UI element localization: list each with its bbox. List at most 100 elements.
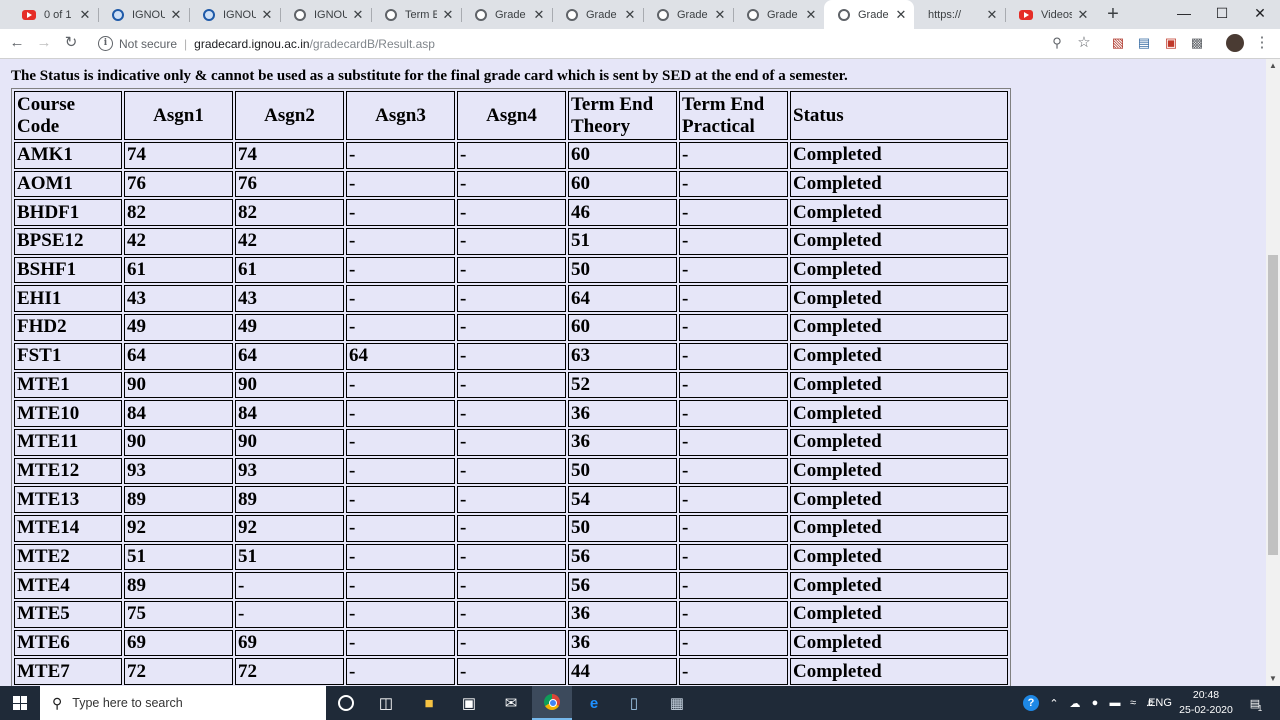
close-tab-icon[interactable]: ✕ <box>1076 7 1090 23</box>
close-tab-icon[interactable]: ✕ <box>713 7 727 23</box>
wifi-icon[interactable]: ≈ <box>1124 686 1142 720</box>
url-path: /gradecardB/Result.asp <box>309 36 435 51</box>
help-tray-icon[interactable]: ? <box>1020 686 1042 720</box>
taskbar-search-box[interactable]: ⚲ Type here to search <box>40 686 326 720</box>
cell-asgn1: 42 <box>124 228 233 255</box>
minimize-window-button[interactable]: — <box>1165 0 1203 29</box>
mail-button[interactable]: ✉ <box>491 686 531 720</box>
back-arrow-icon[interactable]: ← <box>6 32 28 54</box>
notification-center-icon[interactable]: ▤ 1 <box>1244 686 1266 720</box>
browser-tab[interactable]: Grade C ✕ <box>461 0 552 29</box>
tab-title: Grade C <box>858 8 890 21</box>
cell-asgn1: 61 <box>124 256 233 284</box>
forward-arrow-icon[interactable]: → <box>33 32 55 54</box>
cell-asgn2: 74 <box>235 142 344 169</box>
close-tab-icon[interactable]: ✕ <box>351 7 365 23</box>
pdf-extension-icon[interactable]: ▧ <box>1110 35 1126 51</box>
app-window-button[interactable]: ▦ <box>657 686 697 720</box>
cell-status: Completed <box>790 342 1008 370</box>
file-explorer-button[interactable]: ■ <box>409 686 449 720</box>
address-bar[interactable]: i Not secure | gradecard.ignou.ac.in/gra… <box>90 32 1100 55</box>
tab-title: Grade C <box>677 8 709 21</box>
cell-status: Completed <box>790 170 1008 198</box>
task-view-button[interactable]: ◫ <box>366 686 406 720</box>
browser-tab[interactable]: Term En ✕ <box>371 0 461 29</box>
language-indicator[interactable]: ENG <box>1148 686 1172 720</box>
cell-term-end-practical: - <box>679 170 788 198</box>
cell-asgn2: 76 <box>235 170 344 198</box>
cell-asgn2: 49 <box>235 314 344 341</box>
close-tab-icon[interactable]: ✕ <box>78 7 92 23</box>
close-tab-icon[interactable]: ✕ <box>985 7 999 23</box>
globe-icon <box>657 8 669 21</box>
profile-avatar[interactable] <box>1226 34 1244 52</box>
cell-course-code: MTE14 <box>14 514 122 542</box>
chrome-taskbar-button[interactable] <box>532 686 572 720</box>
browser-tab[interactable]: IGNOU I ✕ <box>189 0 280 29</box>
cell-term-end-practical: - <box>679 572 788 599</box>
browser-tab[interactable]: 0 of 1 up ✕ <box>8 0 98 29</box>
scrollbar-thumb[interactable] <box>1268 255 1278 555</box>
network-status-icon[interactable]: ☁ <box>1065 686 1085 720</box>
browser-tab[interactable]: Videos ✕ <box>1005 0 1096 29</box>
browser-tab[interactable]: Grade C ✕ <box>552 0 643 29</box>
edge-icon: e <box>589 694 599 712</box>
cell-asgn2: 89 <box>235 486 344 513</box>
cell-asgn1: 51 <box>124 543 233 571</box>
page-scrollbar[interactable]: ▲ ▼ <box>1266 59 1280 686</box>
cell-asgn2: 42 <box>235 228 344 255</box>
screenshot-extension-icon[interactable]: ▩ <box>1189 35 1205 51</box>
new-tab-button[interactable]: + <box>1102 3 1124 25</box>
globe-icon <box>385 8 397 21</box>
cell-status: Completed <box>790 486 1008 513</box>
tab-title: Grade C <box>767 8 800 21</box>
close-tab-icon[interactable]: ✕ <box>894 7 908 23</box>
close-window-button[interactable]: ✕ <box>1241 0 1279 29</box>
cell-term-end-theory: 36 <box>568 428 677 456</box>
notepad-button[interactable]: ▯ <box>614 686 654 720</box>
task-view-icon: ◫ <box>378 695 394 712</box>
microphone-icon[interactable]: ● <box>1086 686 1104 720</box>
menu-kebab-icon[interactable]: ⋮ <box>1254 35 1270 51</box>
close-tab-icon[interactable]: ✕ <box>260 7 274 23</box>
close-tab-icon[interactable]: ✕ <box>169 7 183 23</box>
browser-tab[interactable]: Grade C ✕ <box>643 0 733 29</box>
system-clock[interactable]: 20:48 25-02-2020 <box>1170 688 1242 718</box>
close-tab-icon[interactable]: ✕ <box>623 7 637 23</box>
notepad-icon: ▯ <box>629 695 639 712</box>
cell-term-end-practical: - <box>679 486 788 513</box>
cell-asgn2: 82 <box>235 199 344 227</box>
scroll-down-arrow-icon[interactable]: ▼ <box>1266 672 1280 686</box>
browser-tab[interactable]: Grade C ✕ <box>733 0 824 29</box>
battery-icon[interactable]: ▬ <box>1105 686 1125 720</box>
maximize-window-button[interactable]: ☐ <box>1203 0 1241 29</box>
close-tab-icon[interactable]: ✕ <box>804 7 818 23</box>
browser-tab[interactable]: Grade C ✕ <box>824 0 914 29</box>
edge-button[interactable]: e <box>574 686 614 720</box>
bookmark-star-icon[interactable]: ☆ <box>1076 35 1092 51</box>
cell-course-code: AOM1 <box>14 170 122 198</box>
chevron-up-icon[interactable]: ⌃ <box>1045 686 1063 720</box>
info-icon[interactable]: i <box>98 36 113 51</box>
start-button[interactable] <box>0 686 40 720</box>
browser-tab[interactable]: IGNOU ✕ <box>280 0 371 29</box>
header-asgn1: Asgn1 <box>124 91 233 140</box>
cell-status: Completed <box>790 285 1008 313</box>
close-tab-icon[interactable]: ✕ <box>441 7 455 23</box>
reload-icon[interactable]: ↻ <box>60 32 82 54</box>
store-button[interactable]: ▣ <box>449 686 489 720</box>
close-tab-icon[interactable]: ✕ <box>532 7 546 23</box>
browser-tab[interactable]: IGNOU ✕ <box>98 0 189 29</box>
cell-asgn4: - <box>457 572 566 599</box>
cell-term-end-theory: 64 <box>568 285 677 313</box>
zoom-icon[interactable]: ⚲ <box>1049 35 1065 51</box>
cell-asgn4: - <box>457 514 566 542</box>
cell-asgn3: - <box>346 629 455 657</box>
browser-tab[interactable]: https:// ✕ <box>914 0 1005 29</box>
extension-icon[interactable]: ▤ <box>1136 35 1152 51</box>
scroll-up-arrow-icon[interactable]: ▲ <box>1266 59 1280 73</box>
cell-asgn2: 84 <box>235 400 344 427</box>
cortana-button[interactable] <box>326 686 366 720</box>
cell-status: Completed <box>790 256 1008 284</box>
save-extension-icon[interactable]: ▣ <box>1163 35 1179 51</box>
